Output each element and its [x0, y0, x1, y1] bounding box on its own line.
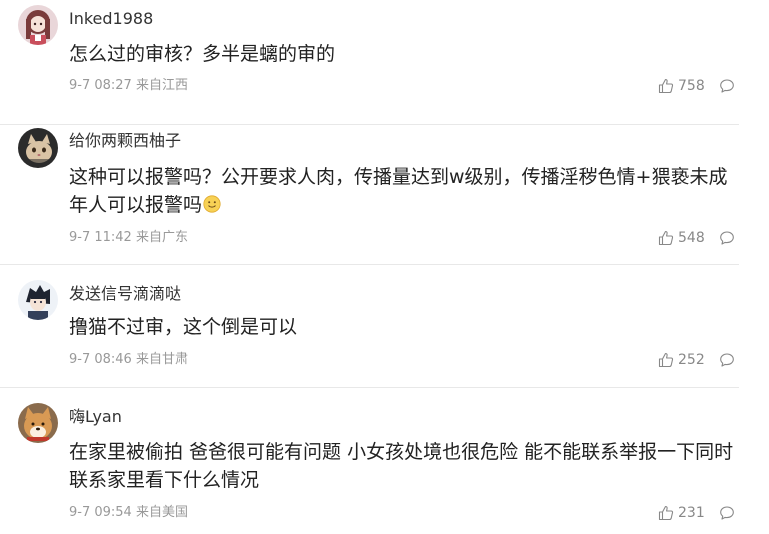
comment-username[interactable]: 发送信号滴滴哒 [69, 284, 181, 304]
comment-time: 9-7 09:54 [69, 505, 132, 520]
thumbs-up-icon [658, 505, 674, 521]
like-count: 758 [678, 78, 705, 94]
comment-username[interactable]: 嗨Lyan [69, 407, 122, 427]
comment-text: 撸猫不过审，这个倒是可以 [69, 316, 298, 338]
comment-bubble-icon [720, 231, 734, 245]
thumbs-up-icon [658, 230, 674, 246]
comment-time: 9-7 11:42 [69, 230, 132, 245]
comment-bubble-icon [720, 353, 734, 367]
comment-item: 嗨Lyan 在家里被偷拍 爸爸很可能有问题 小女孩处境也很危险 能不能联系举报一… [0, 388, 739, 534]
avatar[interactable] [18, 128, 58, 168]
thumbs-up-icon [658, 352, 674, 368]
smile-emoji-icon [203, 193, 221, 213]
comment-time: 9-7 08:46 [69, 352, 132, 367]
like-button[interactable]: 758 [658, 78, 705, 94]
reply-button[interactable] [719, 505, 735, 525]
reply-button[interactable] [719, 78, 735, 98]
comment-text-wrapper: 这种可以报警吗？公开要求人肉，传播量达到w级别，传播淫秽色情+猥亵未成年人可以报… [69, 163, 741, 219]
reply-button[interactable] [719, 230, 735, 250]
comment-bubble-icon [720, 79, 734, 93]
avatar-cat-icon [18, 128, 58, 168]
avatar-anime-boy-icon [18, 280, 58, 320]
comment-item: 发送信号滴滴哒 撸猫不过审，这个倒是可以 9-7 08:46 来自甘肃 252 [0, 265, 739, 388]
comment-text: 这种可以报警吗？公开要求人肉，传播量达到w级别，传播淫秽色情+猥亵未成年人可以报… [69, 166, 728, 216]
comment-location: 来自甘肃 [135, 352, 188, 367]
avatar[interactable] [18, 280, 58, 320]
comment-item: Inked1988 怎么过的审核？多半是螭的审的 9-7 08:27 来自江西 … [0, 0, 739, 125]
comment-username[interactable]: 给你两颗西柚子 [69, 131, 181, 151]
thumbs-up-icon [658, 78, 674, 94]
avatar-anime-girl-icon [18, 5, 58, 45]
like-button[interactable]: 252 [658, 352, 705, 368]
comment-text: 怎么过的审核？多半是螭的审的 [69, 43, 336, 65]
avatar-shiba-dog-icon [18, 403, 58, 443]
comment-meta: 9-7 11:42 来自广东 [69, 229, 188, 247]
comment-item: 给你两颗西柚子 这种可以报警吗？公开要求人肉，传播量达到w级别，传播淫秽色情+猥… [0, 125, 739, 265]
comment-meta: 9-7 08:46 来自甘肃 [69, 351, 188, 369]
comment-meta: 9-7 08:27 来自江西 [69, 77, 188, 95]
comment-time: 9-7 08:27 [69, 78, 132, 93]
comment-bubble-icon [720, 506, 734, 520]
like-count: 231 [678, 505, 705, 521]
comment-meta: 9-7 09:54 来自美国 [69, 504, 188, 522]
comment-location: 来自江西 [135, 78, 188, 93]
like-count: 252 [678, 352, 705, 368]
comment-location: 来自美国 [135, 505, 188, 520]
comment-location: 来自广东 [135, 230, 188, 245]
avatar[interactable] [18, 403, 58, 443]
like-button[interactable]: 548 [658, 230, 705, 246]
reply-button[interactable] [719, 352, 735, 372]
avatar[interactable] [18, 5, 58, 45]
comment-text: 在家里被偷拍 爸爸很可能有问题 小女孩处境也很危险 能不能联系举报一下同时联系家… [69, 441, 734, 491]
comment-username[interactable]: Inked1988 [69, 9, 153, 29]
like-count: 548 [678, 230, 705, 246]
like-button[interactable]: 231 [658, 505, 705, 521]
